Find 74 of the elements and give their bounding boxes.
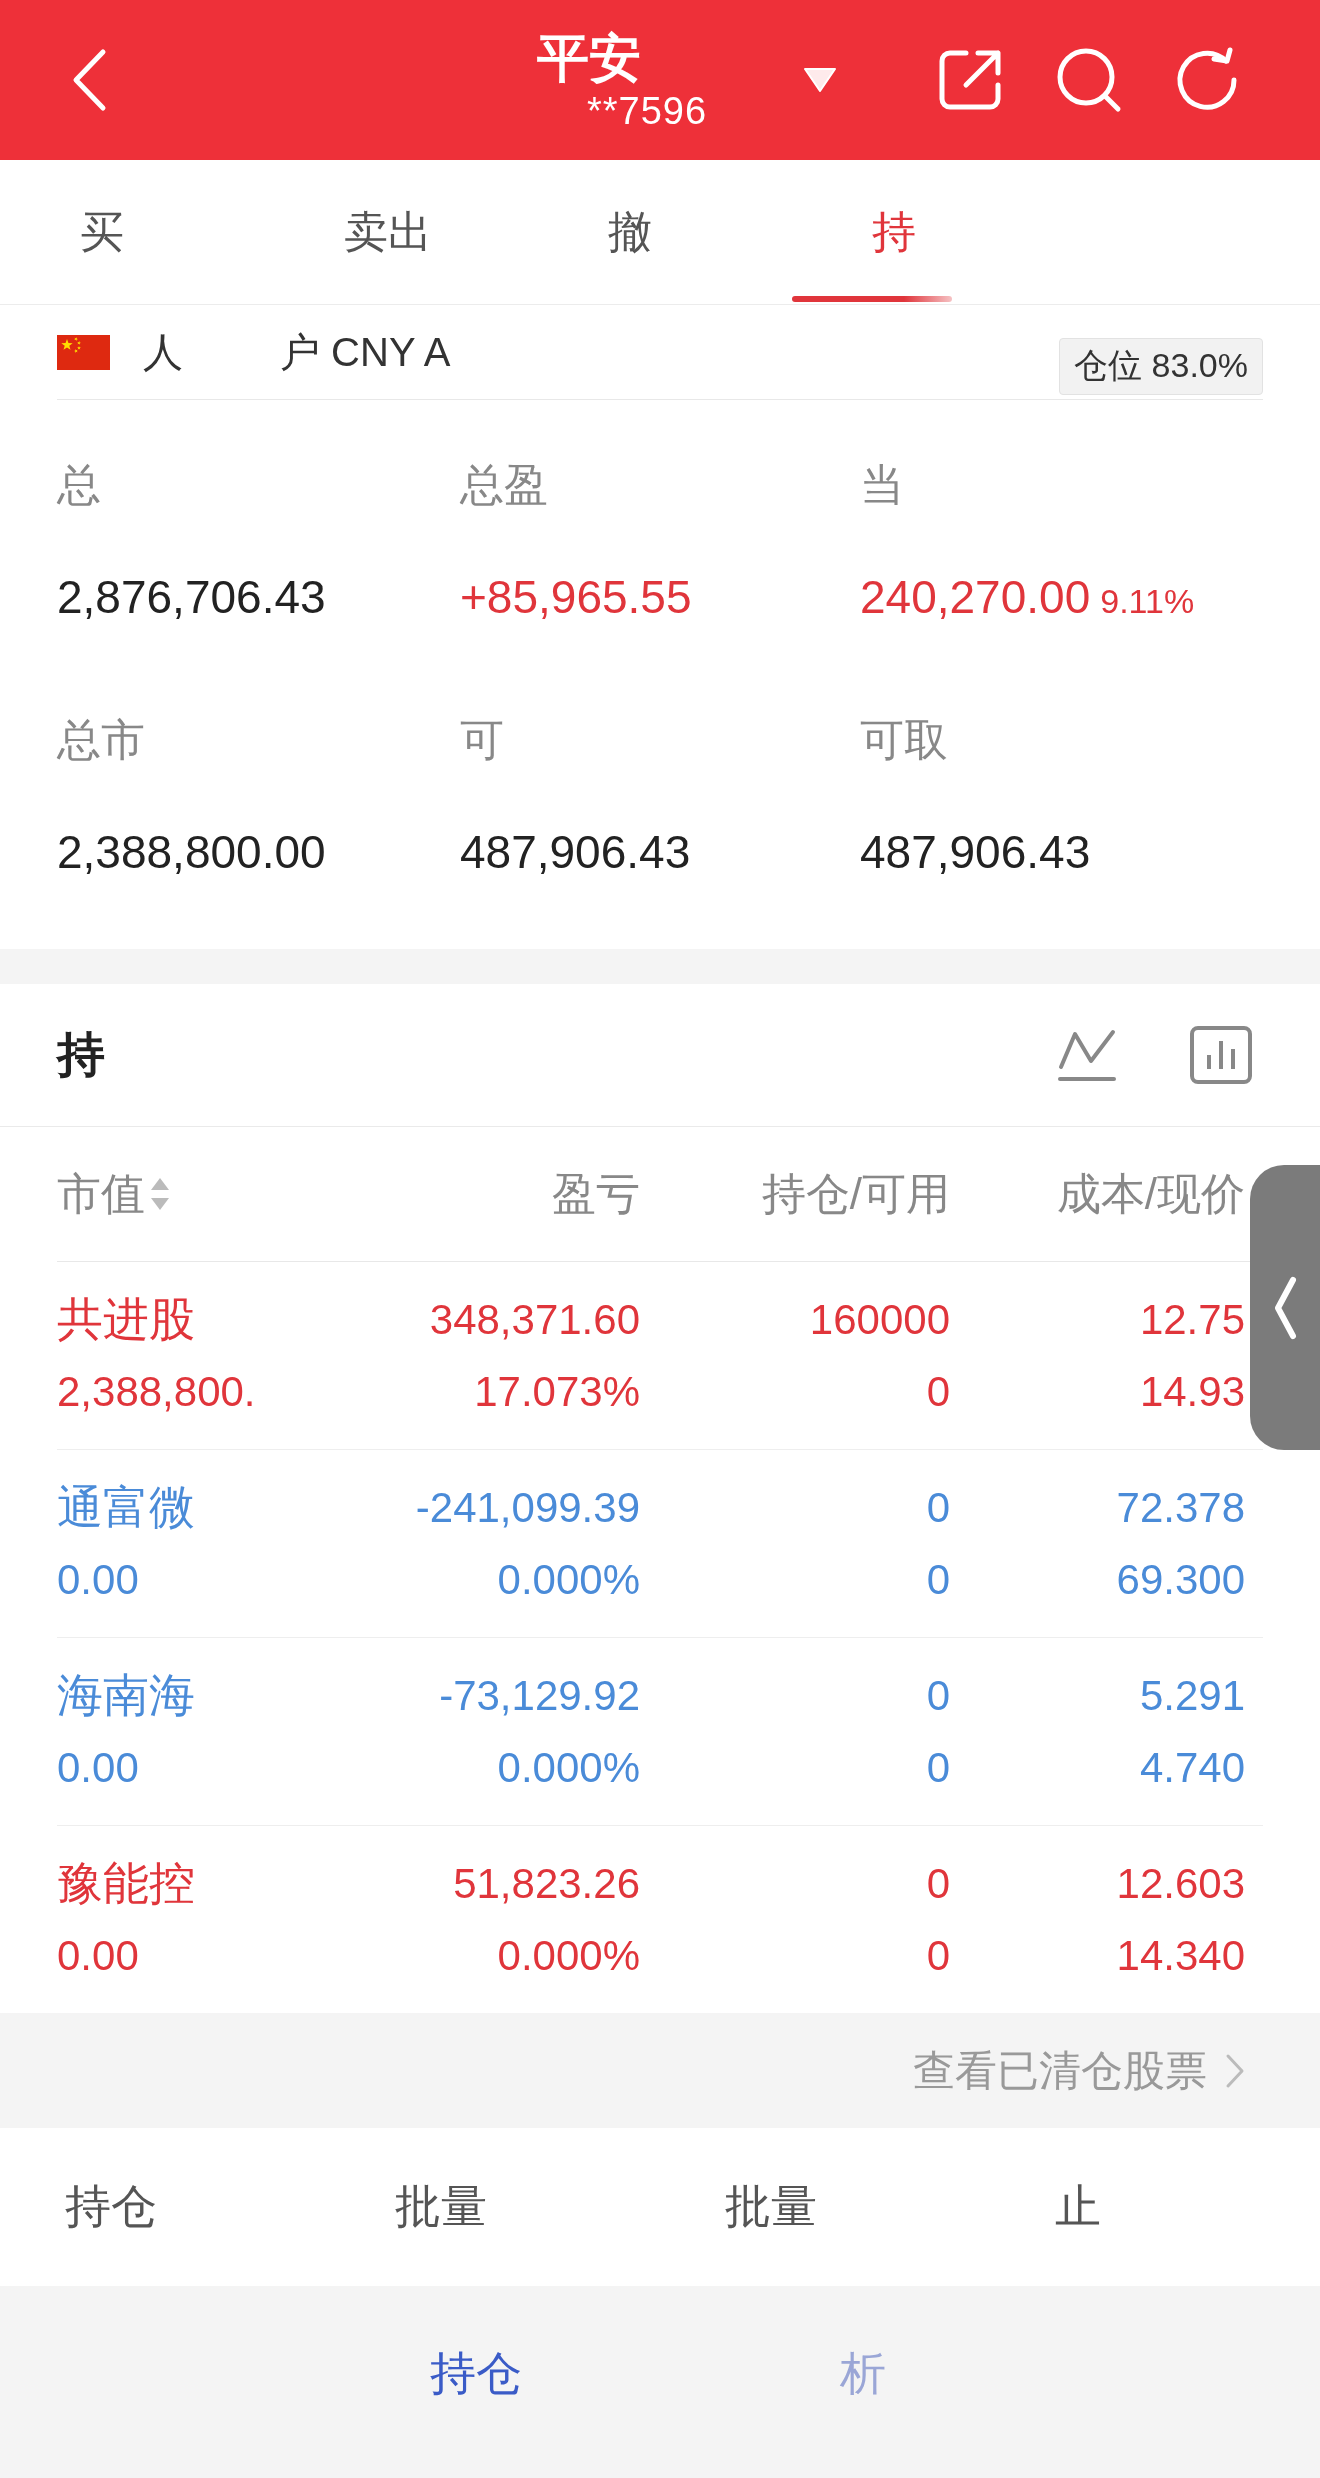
available-quantity: 0 — [926, 1743, 950, 1793]
summary-value: 487,906.43 — [860, 825, 1091, 880]
position-quantity: 0 — [926, 1483, 950, 1533]
side-handle[interactable] — [1250, 1165, 1320, 1450]
available-quantity: 0 — [926, 1931, 950, 1981]
tab[interactable]: 卖出 — [264, 160, 472, 304]
bar-chart-icon[interactable] — [1189, 1025, 1253, 1085]
profit-loss-ratio: 17.073% — [474, 1367, 640, 1417]
cost-price: 12.603 — [1116, 1859, 1245, 1909]
summary-label: 总市 — [57, 714, 145, 766]
available-quantity: 0 — [926, 1555, 950, 1605]
stock-name[interactable]: 通富微 — [57, 1480, 195, 1535]
cost-price: 72.378 — [1116, 1483, 1245, 1533]
position-quantity: 0 — [926, 1859, 950, 1909]
summary-value: 2,876,706.43 — [57, 570, 326, 625]
current-price: 14.340 — [1116, 1931, 1245, 1981]
profit-loss: -73,129.92 — [439, 1671, 640, 1721]
action-button[interactable]: 止 — [1055, 2176, 1101, 2238]
current-price: 14.93 — [1139, 1367, 1245, 1417]
broker-title: 平安 — [537, 28, 641, 89]
position-quantity: 0 — [926, 1671, 950, 1721]
caret-icon[interactable] — [804, 68, 836, 92]
position-badge: 仓位 83.0% — [1059, 337, 1263, 395]
tab[interactable]: 买 — [0, 160, 164, 304]
summary-value: 2,388,800.00 — [57, 825, 326, 880]
profit-loss-ratio: 0.000% — [497, 1931, 640, 1981]
column-header: 盈亏 — [552, 1167, 640, 1220]
profit-loss: 51,823.26 — [453, 1859, 640, 1909]
cost-price: 12.75 — [1139, 1295, 1245, 1345]
summary-value: +85,965.55 — [460, 570, 692, 625]
flag-icon — [57, 334, 110, 370]
search-icon[interactable] — [1056, 47, 1122, 113]
summary-label: 总盈 — [460, 459, 548, 511]
current-price: 4.740 — [1139, 1743, 1245, 1793]
back-icon[interactable] — [71, 48, 107, 112]
summary-label: 可 — [460, 714, 504, 766]
profit-loss-ratio: 0.000% — [497, 1743, 640, 1793]
stock-name[interactable]: 海南海 — [57, 1668, 195, 1723]
column-header: 成本/现价 — [1056, 1167, 1245, 1220]
market-value: 0.00 — [57, 1931, 139, 1981]
daily-change-percent: 9.11% — [1100, 581, 1195, 622]
column-header: 持仓/可用 — [761, 1167, 950, 1220]
market-value: 2,388,800. — [57, 1367, 256, 1417]
tab[interactable]: 撤 — [528, 160, 692, 304]
cost-price: 5.291 — [1139, 1671, 1245, 1721]
chevron-left-icon — [1273, 1275, 1297, 1340]
action-button[interactable]: 持仓 — [65, 2176, 157, 2238]
account-name: 人 — [143, 328, 183, 376]
summary-value: 240,270.00 — [860, 570, 1091, 625]
action-button[interactable]: 批量 — [395, 2176, 487, 2238]
profit-loss-ratio: 0.000% — [497, 1555, 640, 1605]
bottom-tab[interactable]: 持仓 — [430, 2346, 522, 2401]
summary-label: 当 — [860, 459, 904, 511]
stock-name[interactable]: 共进股 — [57, 1292, 195, 1347]
account-name: 户 CNY A — [280, 328, 451, 376]
account-number: **7596 — [587, 89, 708, 133]
market-value: 0.00 — [57, 1743, 139, 1793]
profit-loss: -241,099.39 — [415, 1483, 640, 1533]
action-button[interactable]: 批量 — [725, 2176, 817, 2238]
line-chart-icon[interactable] — [1057, 1027, 1117, 1083]
stock-name[interactable]: 豫能控 — [57, 1856, 195, 1911]
column-header[interactable]: 市值 — [57, 1164, 145, 1224]
available-quantity: 0 — [926, 1367, 950, 1417]
chevron-right-icon — [1225, 2052, 1245, 2089]
market-value: 0.00 — [57, 1555, 139, 1605]
summary-value: 487,906.43 — [460, 825, 691, 880]
summary-label: 可取 — [860, 714, 948, 766]
holdings-title: 持 — [57, 1027, 105, 1083]
current-price: 69.300 — [1116, 1555, 1245, 1605]
profit-loss: 348,371.60 — [429, 1295, 640, 1345]
share-icon[interactable] — [938, 47, 1004, 113]
tab[interactable]: 持 — [792, 160, 956, 304]
position-quantity: 160000 — [809, 1295, 950, 1345]
summary-label: 总 — [57, 459, 101, 511]
